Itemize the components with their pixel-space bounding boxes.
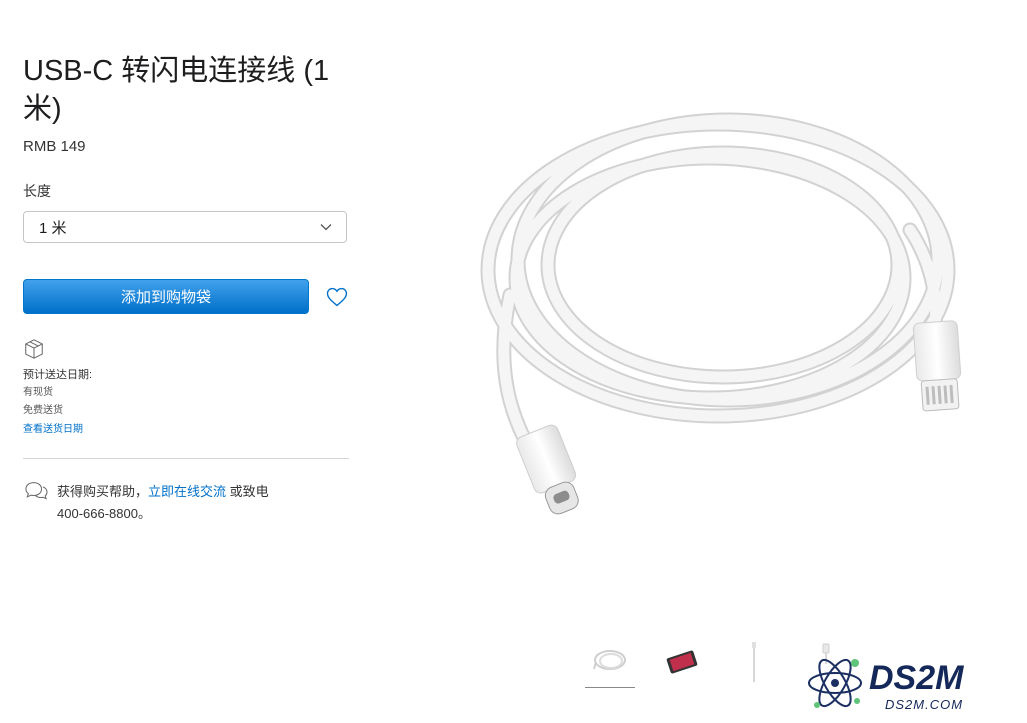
product-image-cable xyxy=(480,112,962,515)
usb-c-connector xyxy=(516,424,579,515)
ds2m-watermark-logo: DS2M DS2M.COM xyxy=(808,658,964,712)
product-price: RMB 149 xyxy=(23,138,86,155)
thumbnail-ipad[interactable] xyxy=(657,640,707,684)
chat-now-link[interactable]: 立即在线交流 xyxy=(148,484,226,499)
cable-coil-icon xyxy=(593,650,626,670)
delivery-dates-link[interactable]: 查看送货日期 xyxy=(23,424,83,435)
cable-straight-icon xyxy=(752,642,756,682)
length-label: 长度 xyxy=(23,183,51,199)
help-text: 获得购买帮助，立即在线交流 或致电 400-666-8800。 xyxy=(57,481,269,525)
purchase-help: 获得购买帮助，立即在线交流 或致电 400-666-8800。 xyxy=(23,481,349,525)
thumbnail-cable-straight[interactable] xyxy=(729,640,779,684)
shipping-info: 预计送达日期: 有现货 免费送货 查看送货日期 xyxy=(23,338,349,439)
divider xyxy=(23,458,349,459)
product-info-panel: USB-C 转闪电连接线 (1 米) RMB 149 长度 1 米 添加到购物袋… xyxy=(23,52,349,525)
shipping-heading: 预计送达日期: xyxy=(23,369,93,381)
length-select[interactable]: 1 米 xyxy=(23,211,347,243)
watermark-domain: DS2M.COM xyxy=(885,697,963,712)
free-shipping: 免费送货 xyxy=(23,405,63,416)
help-suffix: 或致电 xyxy=(229,484,269,499)
help-phone: 400-666-8800。 xyxy=(57,506,151,521)
box-icon xyxy=(25,339,43,359)
stock-status: 有现货 xyxy=(23,387,53,398)
product-title: USB-C 转闪电连接线 (1 米) xyxy=(23,55,330,125)
help-prefix: 获得购买帮助， xyxy=(57,484,149,499)
heart-icon[interactable] xyxy=(325,285,349,309)
watermark-brand: DS2M xyxy=(869,659,964,697)
thumbnail-cable-coil[interactable] xyxy=(585,640,635,688)
length-select-value: 1 米 xyxy=(39,219,67,237)
chevron-down-icon xyxy=(320,224,332,231)
add-row: 添加到购物袋 xyxy=(23,279,349,314)
chat-bubbles-icon xyxy=(25,482,48,500)
lightning-connector xyxy=(912,320,962,412)
add-to-bag-button[interactable]: 添加到购物袋 xyxy=(23,279,310,314)
ipad-device-icon xyxy=(666,650,698,674)
